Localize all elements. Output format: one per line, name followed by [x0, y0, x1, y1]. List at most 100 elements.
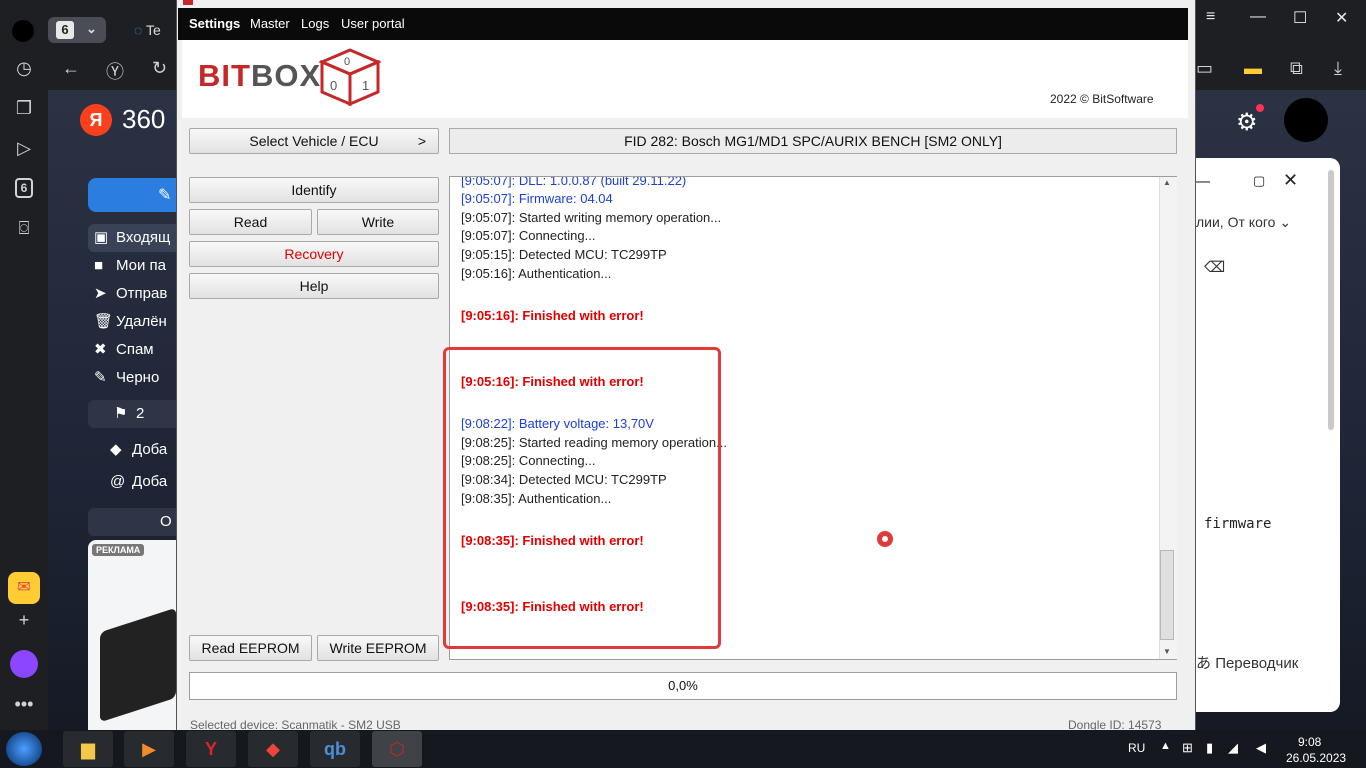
log-line: [9:05:07]: Started writing memory operat…	[461, 210, 722, 225]
folder-spam[interactable]: ✖ Спам	[94, 337, 154, 363]
tag-icon: ◆	[110, 441, 122, 458]
scroll-down-icon[interactable]: ▼	[1163, 647, 1171, 656]
mail-app-icon[interactable]: ✉	[8, 572, 40, 604]
mail-reader-panel	[1190, 158, 1340, 712]
bitbox-menubar	[178, 8, 1188, 40]
select-vehicle-button[interactable]: Select Vehicle / ECU >	[189, 128, 439, 154]
svg-text:0: 0	[344, 56, 350, 68]
play-icon[interactable]: ▷	[12, 136, 36, 160]
avatar[interactable]	[1284, 98, 1328, 142]
yandex-browser-icon[interactable]: Y	[186, 731, 236, 767]
menu-user-portal[interactable]: User portal	[341, 16, 405, 31]
bookmark-flag-icon: ⚑	[114, 405, 128, 422]
folder-app-icon[interactable]: ▆	[63, 731, 113, 767]
add-mailbox-action[interactable]: @ Доба	[110, 469, 167, 495]
fid-display: FID 282: Bosch MG1/MD1 SPC/AURIX BENCH […	[449, 128, 1177, 154]
scroll-up-icon[interactable]: ▲	[1163, 178, 1171, 187]
window-icon	[183, 0, 193, 5]
clock-time[interactable]: 9:08	[1298, 735, 1321, 749]
panel-restore-icon[interactable]: ▢	[1253, 173, 1265, 189]
add-label-action[interactable]: ◆ Доба	[110, 437, 167, 463]
anydesk-icon[interactable]: ◆	[248, 731, 298, 767]
inbox-icon: ▣	[94, 229, 109, 246]
tab-switcher[interactable]: 6 ⌄	[48, 17, 106, 43]
recovery-button[interactable]: Recovery	[189, 241, 439, 267]
start-button[interactable]	[6, 732, 42, 766]
more-row-label: О	[160, 513, 172, 530]
folder-inbox[interactable]: ▣ Входящ	[94, 225, 170, 251]
trash-icon: 🗑	[94, 313, 114, 330]
log-line: [9:05:07]: Firmware: 04.04	[461, 191, 613, 206]
write-eeprom-button[interactable]: Write EEPROM	[317, 635, 439, 661]
signal-icon[interactable]: ◢	[1228, 740, 1238, 756]
read-eeprom-button[interactable]: Read EEPROM	[189, 635, 312, 661]
battery-icon: ▬	[1244, 58, 1262, 78]
filter-dropdown[interactable]: лии, От кого ⌄	[1196, 214, 1291, 231]
notification-dot	[1256, 104, 1264, 112]
cursor-marker	[877, 531, 893, 547]
tabs-icon[interactable]: 6	[15, 178, 33, 198]
volume-icon[interactable]: ◀	[1256, 740, 1266, 756]
profile-icon[interactable]	[12, 20, 34, 42]
folder-my[interactable]: ■ Мои па	[94, 253, 166, 279]
log-line-error: [9:05:16]: Finished with error!	[461, 308, 644, 323]
bitbox-cube-icon: 0 0 1	[318, 48, 382, 107]
close-icon[interactable]: ✕	[1335, 8, 1348, 28]
panel-minimize-icon[interactable]: —	[1194, 173, 1210, 191]
download-icon[interactable]: ⤓	[1334, 58, 1342, 79]
panel-close-icon[interactable]: ✕	[1283, 170, 1298, 191]
add-icon[interactable]: +	[12, 608, 36, 632]
translator-link[interactable]: あ Переводчик	[1196, 652, 1298, 673]
history-icon[interactable]: ◷	[12, 56, 36, 80]
clock-date[interactable]: 26.05.2023	[1286, 751, 1346, 765]
reload-icon[interactable]: ↻	[152, 58, 167, 79]
yandex-360-logo[interactable]: Я	[80, 104, 112, 136]
network-icon[interactable]: ⊞	[1182, 740, 1193, 756]
menu-icon[interactable]: ≡	[1206, 8, 1215, 26]
folder-sent[interactable]: ➤ Отправ	[94, 281, 167, 307]
brand-text: 360	[122, 104, 166, 134]
alice-icon[interactable]	[10, 650, 38, 678]
minimize-icon[interactable]: —	[1250, 8, 1266, 26]
back-icon[interactable]: ←	[62, 58, 80, 79]
copyright: 2022 © BitSoftware	[1050, 92, 1154, 106]
screenshot-icon[interactable]: ⌼	[12, 216, 36, 240]
eraser-icon[interactable]: ⌫	[1204, 258, 1225, 276]
tab-favicon-icon: ◌	[134, 22, 146, 38]
scroll-thumb[interactable]	[1160, 550, 1174, 640]
maximize-icon[interactable]: ☐	[1293, 8, 1307, 28]
menu-settings[interactable]: Settings	[189, 16, 240, 31]
ad-label: РЕКЛАМА	[92, 544, 145, 556]
log-line: [9:05:15]: Detected MCU: TC299TP	[461, 247, 667, 262]
extensions-icon[interactable]: ⧉	[1290, 58, 1303, 79]
qbittorrent-icon[interactable]: qb	[310, 731, 360, 767]
bitbox-taskbar-icon[interactable]: ⬡	[372, 731, 422, 767]
tray-expand-icon[interactable]: ▲	[1160, 740, 1171, 752]
language-indicator[interactable]: RU	[1128, 741, 1145, 755]
chevron-down-icon: ⌄	[1279, 214, 1292, 230]
menu-logs[interactable]: Logs	[301, 16, 329, 31]
svg-text:1: 1	[362, 78, 369, 93]
write-button[interactable]: Write	[317, 209, 439, 235]
firmware-text: firmware	[1204, 516, 1272, 532]
tab-title[interactable]: ◌ Te	[134, 22, 161, 38]
folder-trash[interactable]: 🗑 Удалён	[94, 309, 167, 335]
yandex-logo-icon[interactable]: Ⓨ	[106, 58, 124, 84]
compose-button[interactable]: ✎	[88, 178, 184, 212]
menu-master[interactable]: Master	[250, 16, 290, 31]
media-app-icon[interactable]: ▶	[124, 731, 174, 767]
bookmark-icon[interactable]: ▭	[1196, 58, 1213, 79]
collections-icon[interactable]: ❐	[12, 96, 36, 120]
send-icon: ➤	[94, 285, 107, 302]
battery-tray-icon[interactable]: ▮	[1206, 740, 1213, 756]
folder-drafts[interactable]: ✎ Черно	[94, 365, 159, 391]
bitbox-logo: BITBOX	[198, 58, 322, 93]
panel-scrollbar[interactable]	[1328, 170, 1334, 430]
log-line: [9:05:07]: Connecting...	[461, 228, 596, 243]
tab-count: 6	[56, 21, 74, 39]
identify-button[interactable]: Identify	[189, 177, 439, 203]
read-button[interactable]: Read	[189, 209, 312, 235]
settings-gear-icon[interactable]: ⚙	[1236, 108, 1258, 137]
help-button[interactable]: Help	[189, 273, 439, 299]
more-icon[interactable]: •••	[12, 692, 36, 716]
